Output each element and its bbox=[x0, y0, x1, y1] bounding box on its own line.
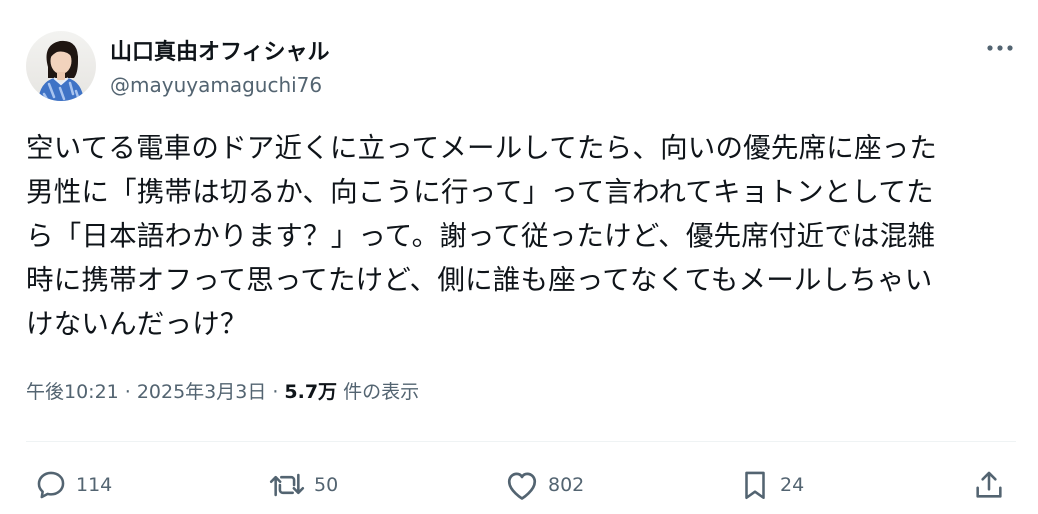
bookmark-button[interactable]: 24 bbox=[738, 468, 804, 502]
tweet-text-line: 男性に「携帯は切るか、向こうに行って」って言われてキョトンとしてた bbox=[26, 176, 934, 208]
share-button[interactable] bbox=[972, 468, 1006, 502]
views-label: 件の表示 bbox=[343, 381, 420, 403]
tweet-date[interactable]: 2025年3月3日 bbox=[137, 377, 267, 404]
meta-separator: · bbox=[124, 381, 131, 403]
bookmark-count: 24 bbox=[780, 474, 805, 496]
reply-icon bbox=[37, 471, 65, 499]
profile-photo bbox=[38, 40, 84, 101]
tweet-text-line: 時に携帯オフって思ってたけど、側に誰も座ってなくてもメールしちゃい bbox=[26, 264, 933, 296]
views-count: 5.7万 bbox=[284, 381, 338, 403]
heart-icon bbox=[507, 472, 537, 500]
reply-count: 114 bbox=[76, 474, 113, 496]
tweet-meta: 午後10:21 · 2025年3月3日 · 5.7万 件の表示 bbox=[26, 377, 419, 404]
bookmark-icon bbox=[745, 471, 765, 500]
reply-button[interactable]: 114 bbox=[34, 468, 112, 502]
author-handle[interactable]: @mayuyamaguchi76 bbox=[110, 73, 322, 97]
share-icon bbox=[976, 471, 1002, 498]
tweet-text: 空いてる電車のドア近くに立ってメールしてたら、向いの優先席に座った 男性に「携帯… bbox=[26, 126, 1016, 346]
like-count: 802 bbox=[548, 474, 585, 496]
meta-separator: · bbox=[272, 381, 279, 403]
like-button[interactable]: 802 bbox=[504, 468, 584, 502]
retweet-count: 50 bbox=[314, 474, 339, 496]
avatar[interactable] bbox=[26, 31, 96, 101]
retweet-button[interactable]: 50 bbox=[268, 468, 338, 502]
author-display-name[interactable]: 山口真由オフィシャル bbox=[110, 34, 330, 66]
retweet-icon bbox=[269, 473, 305, 497]
divider bbox=[26, 441, 1016, 442]
more-dots-icon bbox=[987, 45, 1013, 51]
tweet-text-line: 空いてる電車のドア近くに立ってメールしてたら、向いの優先席に座った bbox=[26, 132, 938, 164]
more-options-button[interactable] bbox=[984, 34, 1016, 62]
tweet-time[interactable]: 午後10:21 bbox=[26, 377, 119, 404]
tweet-text-line: ら「日本語わかります？」って。謝って従ったけど、優先席付近では混雑 bbox=[26, 220, 936, 252]
tweet-text-line: けないんだっけ？ bbox=[26, 308, 248, 340]
